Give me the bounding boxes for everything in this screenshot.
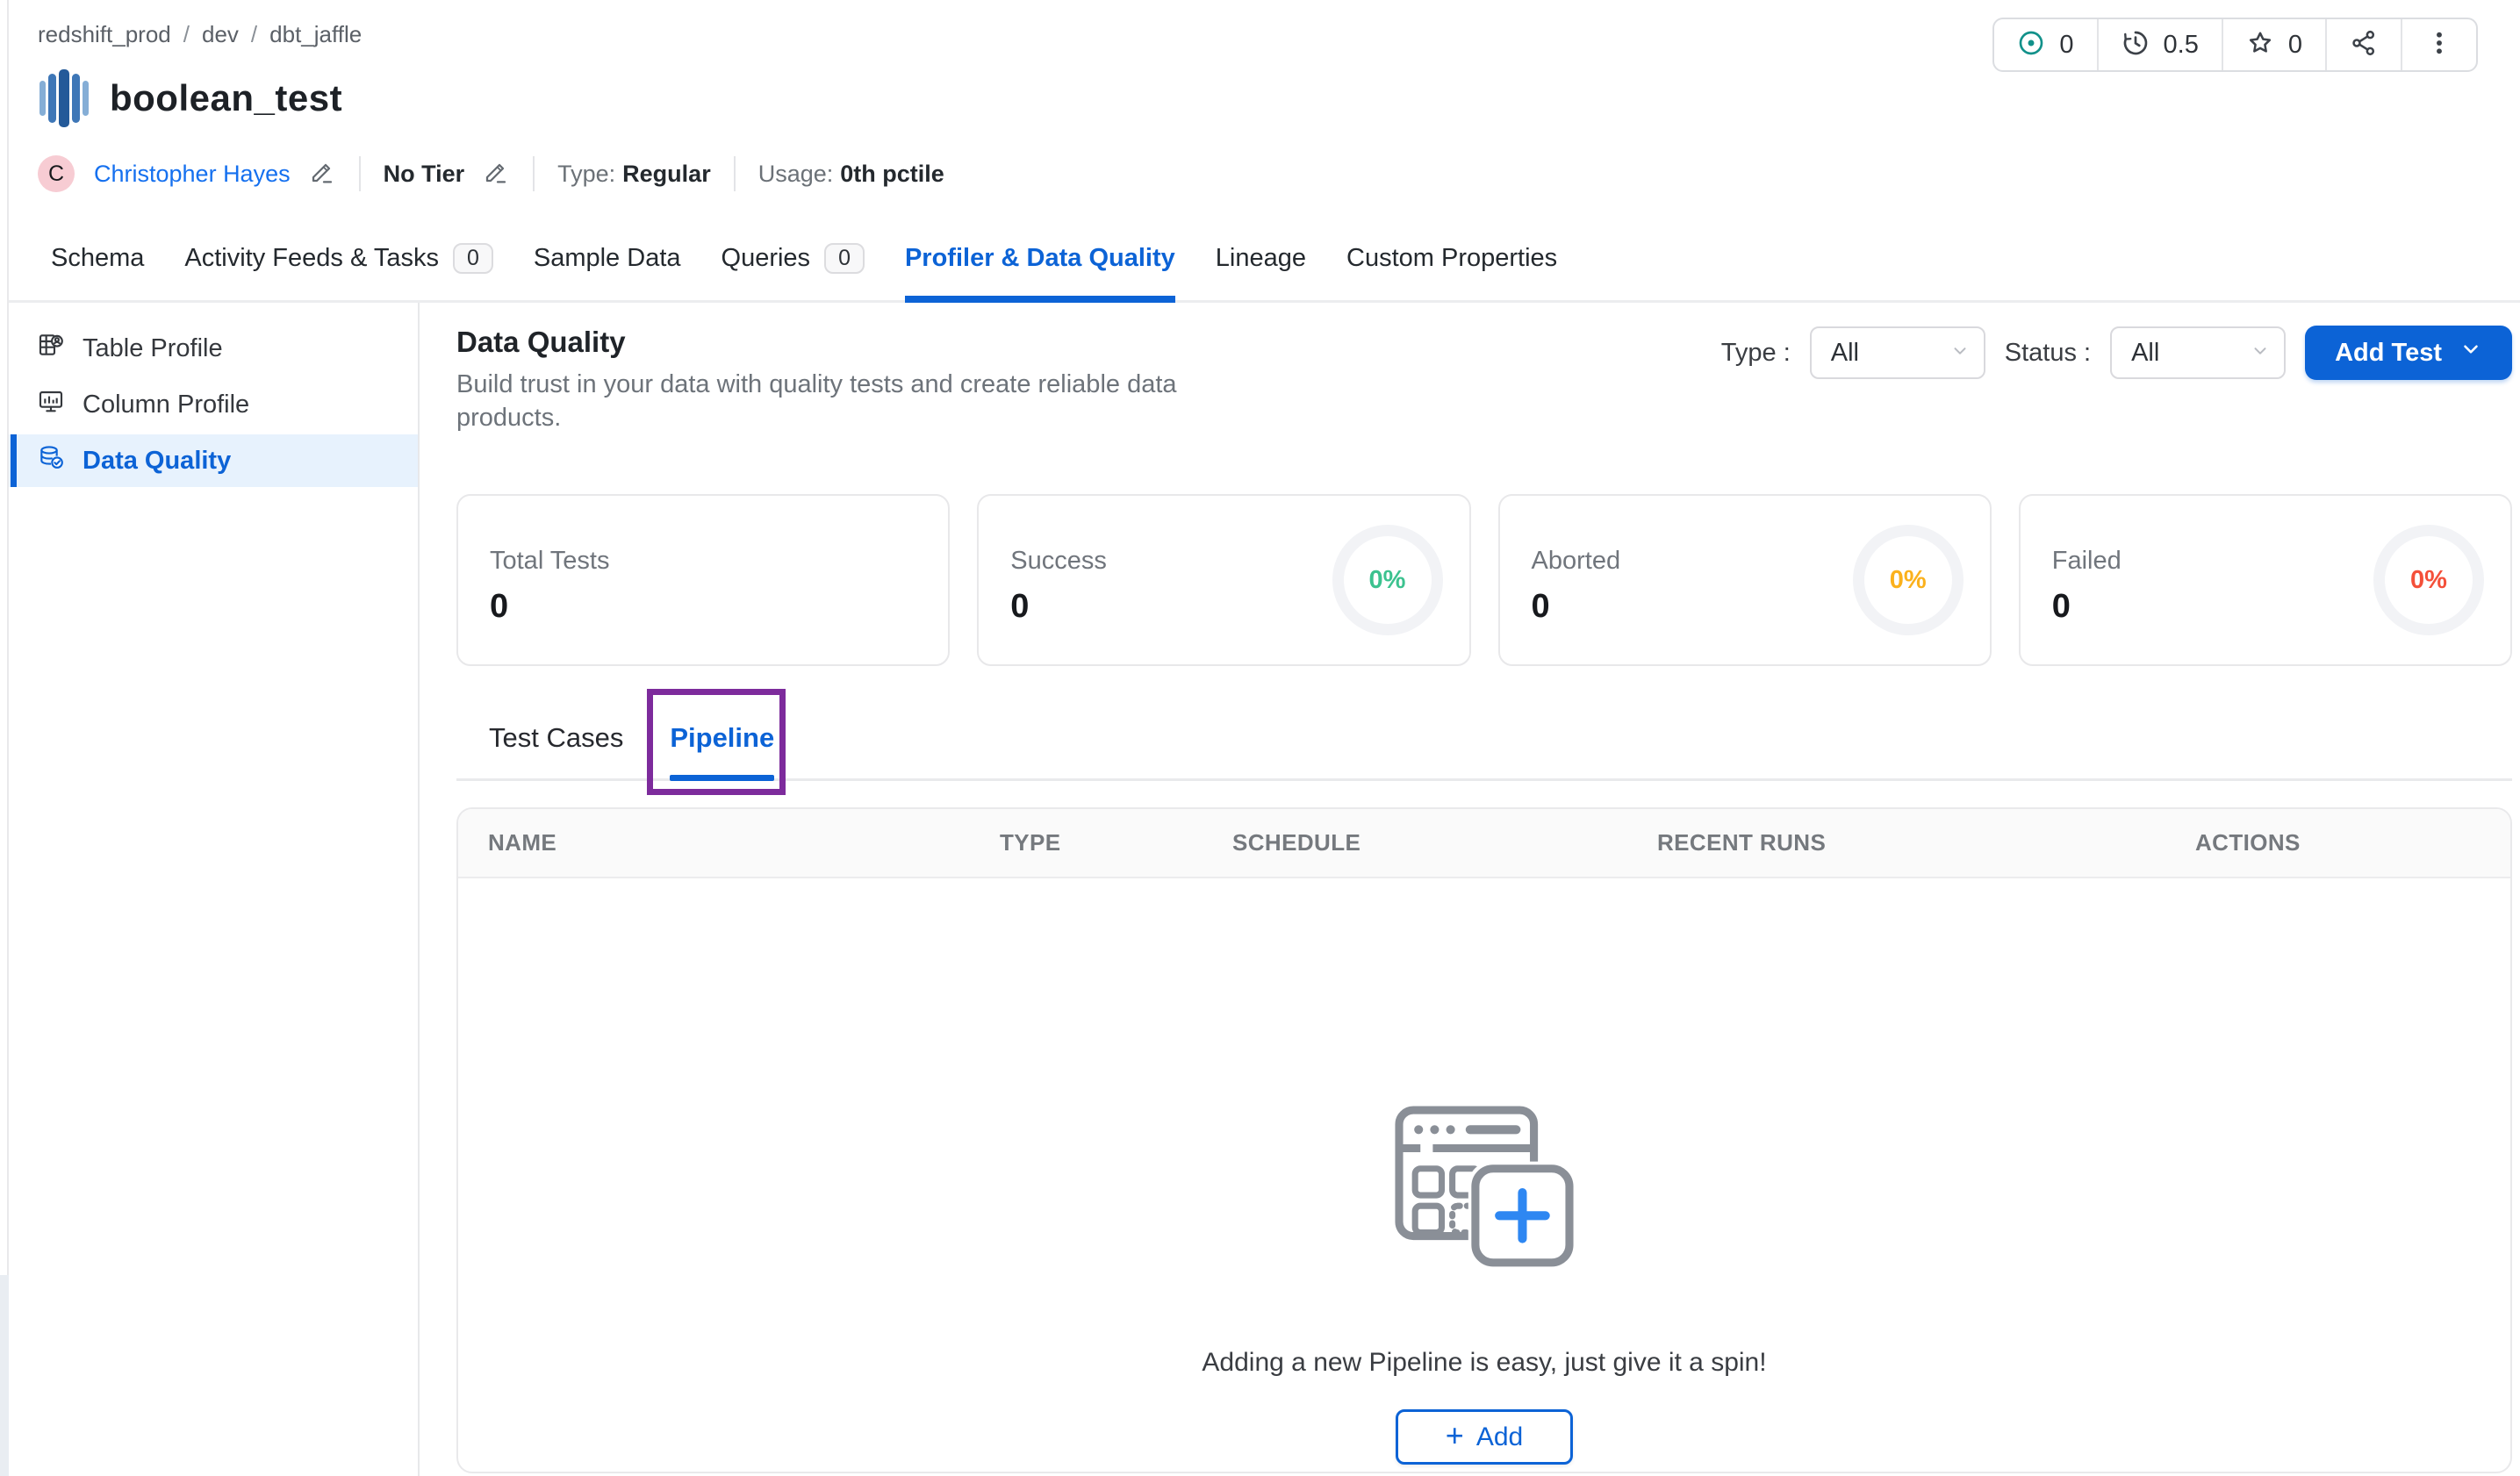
column-header-recent-runs: RECENT RUNS xyxy=(1657,829,1827,856)
tab-queries[interactable]: Queries 0 xyxy=(722,220,865,300)
aborted-percent-ring: 0% xyxy=(1852,525,1964,635)
breadcrumb-separator: / xyxy=(183,21,190,47)
table-profile-icon xyxy=(37,331,65,366)
add-placeholder-icon xyxy=(1391,1105,1578,1279)
aborted-card: Aborted 0 0% xyxy=(1497,494,1992,666)
owner-avatar[interactable]: C xyxy=(38,155,75,192)
data-quality-icon xyxy=(37,443,65,478)
pipeline-empty-state: Adding a new Pipeline is easy, just give… xyxy=(458,878,2510,1472)
usage-value: 0th pctile xyxy=(840,160,944,187)
left-rail xyxy=(0,0,9,1275)
version-number: 0.5 xyxy=(2163,30,2199,59)
page: 0 0.5 0 redshift_prod / dev / dbt_jaffle… xyxy=(0,0,2520,1476)
chevron-down-icon xyxy=(2251,339,2270,368)
edit-owner-button[interactable] xyxy=(308,158,336,190)
column-header-name: NAME xyxy=(488,829,557,856)
pencil-icon xyxy=(308,158,336,190)
edit-tier-button[interactable] xyxy=(482,158,510,190)
owner-link[interactable]: Christopher Hayes xyxy=(94,161,291,188)
tab-activity-feeds[interactable]: Activity Feeds & Tasks 0 xyxy=(184,220,493,300)
chevron-down-icon xyxy=(2459,338,2482,368)
tab-count-badge: 0 xyxy=(452,243,493,274)
tab-lineage[interactable]: Lineage xyxy=(1216,220,1306,300)
type-filter-label: Type : xyxy=(1720,338,1791,367)
section-heading: Data Quality xyxy=(456,326,626,358)
card-value: 0 xyxy=(490,588,509,625)
column-profile-icon xyxy=(37,387,65,422)
total-tests-card: Total Tests 0 xyxy=(456,494,951,666)
sidebar-item-column-profile[interactable]: Column Profile xyxy=(9,378,418,431)
page-title: boolean_test xyxy=(110,77,343,118)
pipeline-table-header: NAME TYPE SCHEDULE RECENT RUNS ACTIONS xyxy=(458,809,2510,878)
target-icon xyxy=(2017,29,2045,61)
breadcrumb-database[interactable]: dev xyxy=(202,21,239,48)
status-filter-value: All xyxy=(2131,338,2160,367)
column-header-type: TYPE xyxy=(1000,829,1061,856)
type-meta: Type: Regular xyxy=(557,160,711,187)
success-card: Success 0 0% xyxy=(977,494,1471,666)
status-filter-label: Status : xyxy=(2004,338,2092,367)
plus-icon: + xyxy=(1445,1416,1464,1453)
failed-card: Failed 0 0% xyxy=(2018,494,2512,666)
tab-sample-data[interactable]: Sample Data xyxy=(534,220,681,300)
type-filter-value: All xyxy=(1830,338,1859,367)
type-filter-select[interactable]: All xyxy=(1809,326,1985,379)
quality-sub-tabs: Test Cases Pipeline xyxy=(456,689,2512,795)
version-history-icon xyxy=(2122,29,2150,61)
breadcrumb-schema[interactable]: dbt_jaffle xyxy=(269,21,362,48)
empty-state-message: Adding a new Pipeline is easy, just give… xyxy=(1202,1348,1767,1377)
section-description: Build trust in your data with quality te… xyxy=(456,370,1177,432)
pencil-icon xyxy=(482,158,510,190)
divider xyxy=(733,156,736,191)
data-quality-intro: Data Quality Build trust in your data wi… xyxy=(456,326,1282,434)
tab-custom-properties[interactable]: Custom Properties xyxy=(1346,220,1557,300)
kebab-menu-icon xyxy=(2425,29,2453,61)
more-options-button[interactable] xyxy=(2402,19,2476,70)
share-icon xyxy=(2350,29,2378,61)
tab-count-badge: 0 xyxy=(824,243,865,274)
pipeline-table: NAME TYPE SCHEDULE RECENT RUNS ACTIONS A… xyxy=(456,807,2512,1473)
tab-profiler-data-quality[interactable]: Profiler & Data Quality xyxy=(904,220,1175,303)
chevron-down-icon xyxy=(1950,339,1970,368)
version-button[interactable]: 0.5 xyxy=(2099,19,2223,70)
entity-stats-group: 0 0.5 0 xyxy=(1992,18,2478,72)
share-button[interactable] xyxy=(2327,19,2402,70)
usage-meta: Usage: 0th pctile xyxy=(757,160,944,187)
success-percent-ring: 0% xyxy=(1332,525,1443,635)
tab-test-cases[interactable]: Test Cases xyxy=(489,708,623,778)
status-filter-select[interactable]: All xyxy=(2110,326,2287,379)
star-count: 0 xyxy=(2287,30,2302,59)
star-icon xyxy=(2246,29,2274,61)
divider xyxy=(533,156,535,191)
column-header-actions: ACTIONS xyxy=(2195,829,2301,856)
star-button[interactable]: 0 xyxy=(2223,19,2327,70)
table-entity-icon xyxy=(39,69,89,127)
sidebar-item-table-profile[interactable]: Table Profile xyxy=(9,322,418,375)
left-rail-scroll-track[interactable] xyxy=(0,1275,9,1476)
breadcrumb-separator: / xyxy=(250,21,258,47)
tab-schema[interactable]: Schema xyxy=(51,220,144,300)
column-header-schedule: SCHEDULE xyxy=(1232,829,1361,856)
conversations-count: 0 xyxy=(2059,30,2074,59)
divider xyxy=(358,156,361,191)
tab-pipeline[interactable]: Pipeline xyxy=(670,708,774,781)
sidebar-item-label: Table Profile xyxy=(83,333,223,362)
conversations-button[interactable]: 0 xyxy=(1994,19,2099,70)
add-test-button[interactable]: Add Test xyxy=(2305,326,2512,380)
card-label: Total Tests xyxy=(490,547,610,575)
sidebar-item-label: Column Profile xyxy=(83,390,250,419)
sidebar-item-data-quality[interactable]: Data Quality xyxy=(9,434,418,487)
tier-label: No Tier xyxy=(383,160,465,187)
type-value: Regular xyxy=(622,160,711,187)
entity-tab-bar: Schema Activity Feeds & Tasks 0 Sample Da… xyxy=(9,220,2520,303)
profiler-sidebar: Table Profile Column Profile Data Qualit… xyxy=(9,303,420,1476)
sidebar-item-label: Data Quality xyxy=(83,446,232,475)
add-pipeline-button[interactable]: + Add xyxy=(1396,1409,1573,1465)
breadcrumb-service[interactable]: redshift_prod xyxy=(38,21,171,48)
failed-percent-ring: 0% xyxy=(2373,525,2484,635)
